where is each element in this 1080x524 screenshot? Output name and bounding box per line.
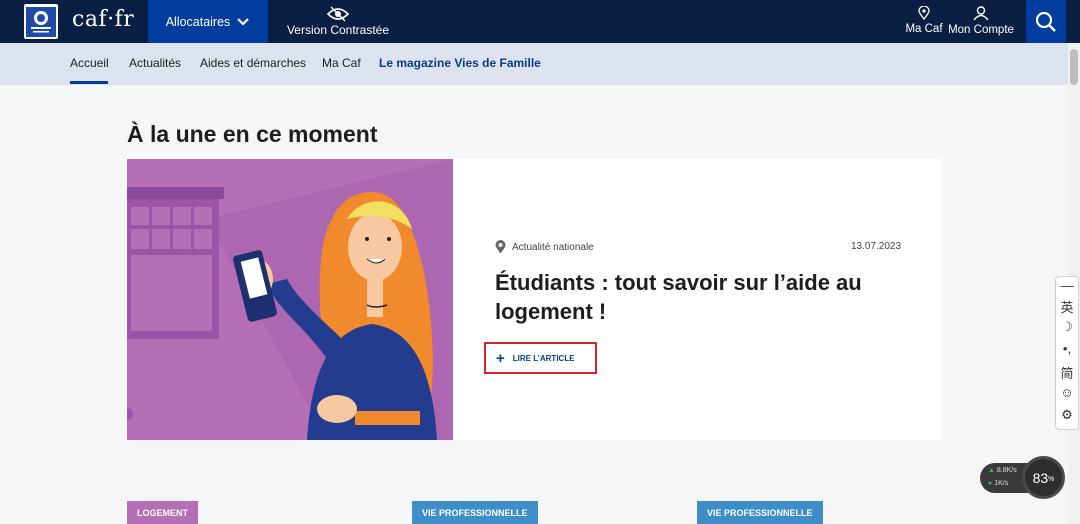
mon-compte-button[interactable]: Mon Compte bbox=[948, 6, 1014, 36]
upload-speed: ▲ 8.8K/s bbox=[988, 467, 1017, 474]
active-nav-indicator bbox=[70, 81, 108, 84]
allocataires-menu-button[interactable]: Allocataires bbox=[148, 0, 268, 43]
brand-name[interactable]: caf·fr bbox=[72, 7, 134, 32]
caf-logo[interactable] bbox=[24, 4, 58, 39]
ma-caf-label: Ma Caf bbox=[905, 23, 943, 35]
read-article-button[interactable]: + LIRE L’ARTICLE bbox=[484, 342, 597, 374]
nav-item-magazine[interactable]: Le magazine Vies de Famille bbox=[379, 56, 541, 70]
gauge-value: 83 bbox=[1032, 469, 1049, 486]
article-illustration bbox=[127, 159, 453, 440]
article-category-label: Actualité nationale bbox=[512, 241, 594, 253]
ma-caf-button[interactable]: Ma Caf bbox=[902, 6, 946, 35]
ime-settings-icon[interactable]: ⚙ bbox=[1056, 407, 1078, 423]
nav-item-ma-caf[interactable]: Ma Caf bbox=[322, 56, 361, 70]
search-button[interactable] bbox=[1026, 0, 1066, 43]
ime-toolbar: — 英 ☽ •, 简 ☺ ⚙ bbox=[1055, 276, 1079, 430]
article-title[interactable]: Étudiants : tout savoir sur l’aide au lo… bbox=[495, 268, 895, 326]
search-icon bbox=[1035, 11, 1056, 32]
nav-item-aides-et-demarches[interactable]: Aides et démarches bbox=[200, 56, 306, 70]
contrast-toggle-button[interactable]: Version Contrastée bbox=[286, 6, 390, 37]
student-phone-illustration bbox=[127, 159, 453, 440]
plus-icon: + bbox=[496, 349, 505, 367]
top-bar: caf·fr Allocataires Version Contrastée M… bbox=[0, 0, 1080, 43]
ime-collapse-button[interactable]: — bbox=[1056, 278, 1078, 293]
article-date: 13.07.2023 bbox=[851, 241, 902, 252]
gauge-unit: % bbox=[1048, 476, 1055, 483]
main-nav: Accueil Actualités Aides et démarches Ma… bbox=[0, 43, 1068, 85]
tag-vie-professionnelle[interactable]: VIE PROFESSIONNELLE bbox=[412, 501, 538, 524]
up-arrow-icon: ▲ bbox=[988, 467, 997, 474]
eye-icon bbox=[327, 6, 349, 22]
scrollbar-thumb[interactable] bbox=[1070, 49, 1078, 85]
chevron-down-icon bbox=[237, 17, 250, 26]
memory-gauge[interactable]: 83% bbox=[1022, 456, 1065, 499]
ime-language-toggle[interactable]: 英 bbox=[1056, 297, 1078, 316]
location-pin-icon bbox=[918, 6, 930, 20]
article-category: Actualité nationale bbox=[495, 240, 594, 254]
mon-compte-label: Mon Compte bbox=[948, 24, 1014, 36]
caf-logo-icon bbox=[26, 6, 56, 37]
download-speed: ● 1K/s bbox=[988, 480, 1009, 487]
page: caf·fr Allocataires Version Contrastée M… bbox=[0, 0, 1080, 524]
read-article-label: LIRE L’ARTICLE bbox=[512, 353, 575, 363]
nav-item-actualites[interactable]: Actualités bbox=[129, 56, 181, 70]
tag-vie-professionnelle-2[interactable]: VIE PROFESSIONNELLE bbox=[697, 501, 823, 524]
ime-punctuation-toggle[interactable]: •, bbox=[1056, 341, 1078, 356]
ime-emoji-icon[interactable]: ☺ bbox=[1056, 385, 1078, 400]
allocataires-label: Allocataires bbox=[165, 14, 231, 29]
ime-simplified-toggle[interactable]: 简 bbox=[1056, 363, 1078, 382]
featured-article-card[interactable]: Actualité nationale 13.07.2023 Étudiants… bbox=[127, 159, 942, 440]
nav-item-accueil[interactable]: Accueil bbox=[70, 56, 109, 70]
user-icon bbox=[973, 6, 989, 21]
tag-logement[interactable]: LOGEMENT bbox=[127, 501, 198, 524]
section-heading: À la une en ce moment bbox=[127, 121, 378, 147]
location-pin-icon bbox=[495, 240, 506, 254]
ime-moon-icon[interactable]: ☽ bbox=[1056, 319, 1078, 335]
contrast-label: Version Contrastée bbox=[286, 23, 390, 37]
